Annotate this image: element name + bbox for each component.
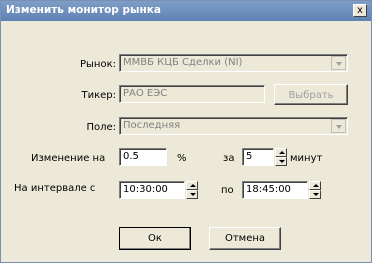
chevron-down-icon (336, 62, 342, 66)
select-ticker-label: Выбрать (288, 90, 334, 101)
ok-button[interactable]: Ок (119, 227, 191, 250)
field-dropdown[interactable]: Последняя (119, 117, 348, 135)
interval-from-value: 10:30:00 (123, 184, 168, 195)
interval-to-value: 18:45:00 (246, 184, 291, 195)
change-label: Изменение на (31, 153, 106, 164)
arrow-down-icon (313, 193, 319, 196)
window-title: Изменить монитор рынка (6, 4, 161, 16)
title-bar: Изменить монитор рынка x (1, 1, 371, 21)
dialog-window: Изменить монитор рынка x Рынок: ММВБ КЦБ… (0, 0, 372, 263)
market-dropdown-button[interactable] (331, 56, 346, 70)
interval-label: На интервале с (14, 183, 96, 194)
interval-from-input[interactable]: 10:30:00 (119, 181, 185, 199)
arrow-down-icon (279, 160, 285, 163)
market-dropdown[interactable]: ММВБ КЦБ Сделки (NI) (119, 54, 348, 72)
close-button[interactable]: x (353, 4, 367, 17)
field-label: Поле: (86, 122, 116, 133)
cancel-button[interactable]: Отмена (209, 227, 281, 250)
close-icon: x (357, 5, 363, 16)
interval-from-spinner[interactable] (186, 181, 198, 199)
minutes-label: минут (290, 153, 323, 164)
to-label: по (221, 185, 234, 196)
arrow-up-icon (279, 151, 285, 154)
field-value: Последняя (123, 120, 181, 131)
minutes-input[interactable]: 5 (242, 148, 274, 166)
percent-label: % (177, 153, 187, 164)
minutes-up-button[interactable] (275, 148, 287, 157)
interval-from-down-button[interactable] (186, 190, 198, 199)
market-value: ММВБ КЦБ Сделки (NI) (123, 57, 243, 68)
market-label: Рынок: (80, 59, 116, 70)
minutes-value: 5 (246, 151, 253, 162)
interval-to-spinner[interactable] (309, 181, 321, 199)
minutes-down-button[interactable] (275, 157, 287, 166)
interval-from-up-button[interactable] (186, 181, 198, 190)
interval-to-up-button[interactable] (309, 181, 321, 190)
select-ticker-button[interactable]: Выбрать (274, 84, 348, 105)
for-label: за (223, 153, 235, 164)
arrow-up-icon (190, 184, 196, 187)
ticker-label: Тикер: (81, 90, 116, 101)
change-input[interactable]: 0.5 (119, 148, 167, 166)
interval-to-down-button[interactable] (309, 190, 321, 199)
ok-label: Ок (148, 233, 162, 244)
chevron-down-icon (336, 125, 342, 129)
arrow-up-icon (313, 184, 319, 187)
change-value: 0.5 (123, 151, 139, 162)
minutes-spinner[interactable] (275, 148, 287, 166)
cancel-label: Отмена (224, 233, 266, 244)
ticker-field[interactable]: РАО ЕЭС (119, 85, 265, 103)
interval-to-input[interactable]: 18:45:00 (242, 181, 308, 199)
arrow-down-icon (190, 193, 196, 196)
ticker-value: РАО ЕЭС (123, 88, 168, 99)
field-dropdown-button[interactable] (331, 119, 346, 133)
